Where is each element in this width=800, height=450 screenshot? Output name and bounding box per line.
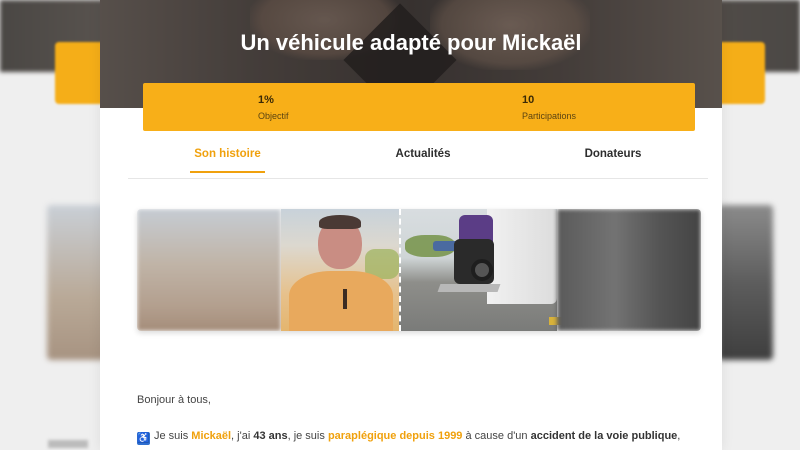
- tab-donateurs[interactable]: Donateurs: [578, 148, 648, 171]
- photo-wheelchair-van: [399, 209, 569, 331]
- tab-actualites[interactable]: Actualités: [383, 148, 463, 171]
- participations-label: Participations: [522, 111, 577, 121]
- objective-value: 1%: [258, 94, 274, 106]
- participations-value: 10: [522, 94, 535, 106]
- stats-bar: 1% Objectif 10 Participations: [143, 83, 695, 131]
- wheelchair-icon: ♿: [137, 432, 150, 445]
- age-highlight: 43 ans: [253, 430, 288, 442]
- stat-objective: 1% Objectif: [258, 94, 289, 121]
- name-highlight: Mickaël: [191, 430, 232, 442]
- photo-divider: [399, 209, 401, 331]
- stat-participations: 10 Participations: [522, 94, 576, 121]
- backdrop-photo-left: [47, 205, 107, 360]
- tab-son-histoire[interactable]: Son histoire: [190, 148, 265, 173]
- photo-mickael-portrait: [281, 209, 399, 331]
- story-paragraph: ♿ Je suis Mickaël, j'ai 43 ans, je suis p…: [137, 430, 681, 445]
- backdrop-text: [48, 440, 88, 448]
- objective-label: Objectif: [258, 111, 289, 121]
- photo-blurred-right: [557, 209, 701, 331]
- photo-strip[interactable]: [137, 209, 701, 331]
- tab-bar: Son histoire Actualités Donateurs: [128, 138, 708, 179]
- cause-highlight: accident de la voie publique: [530, 430, 678, 442]
- condition-highlight: paraplégique depuis 1999: [327, 430, 463, 442]
- backdrop-photo-right: [718, 205, 773, 360]
- story-greeting: Bonjour à tous,: [137, 394, 211, 406]
- photo-blurred-left: [137, 209, 281, 331]
- page-title: Un véhicule adapté pour Mickaël: [240, 30, 582, 55]
